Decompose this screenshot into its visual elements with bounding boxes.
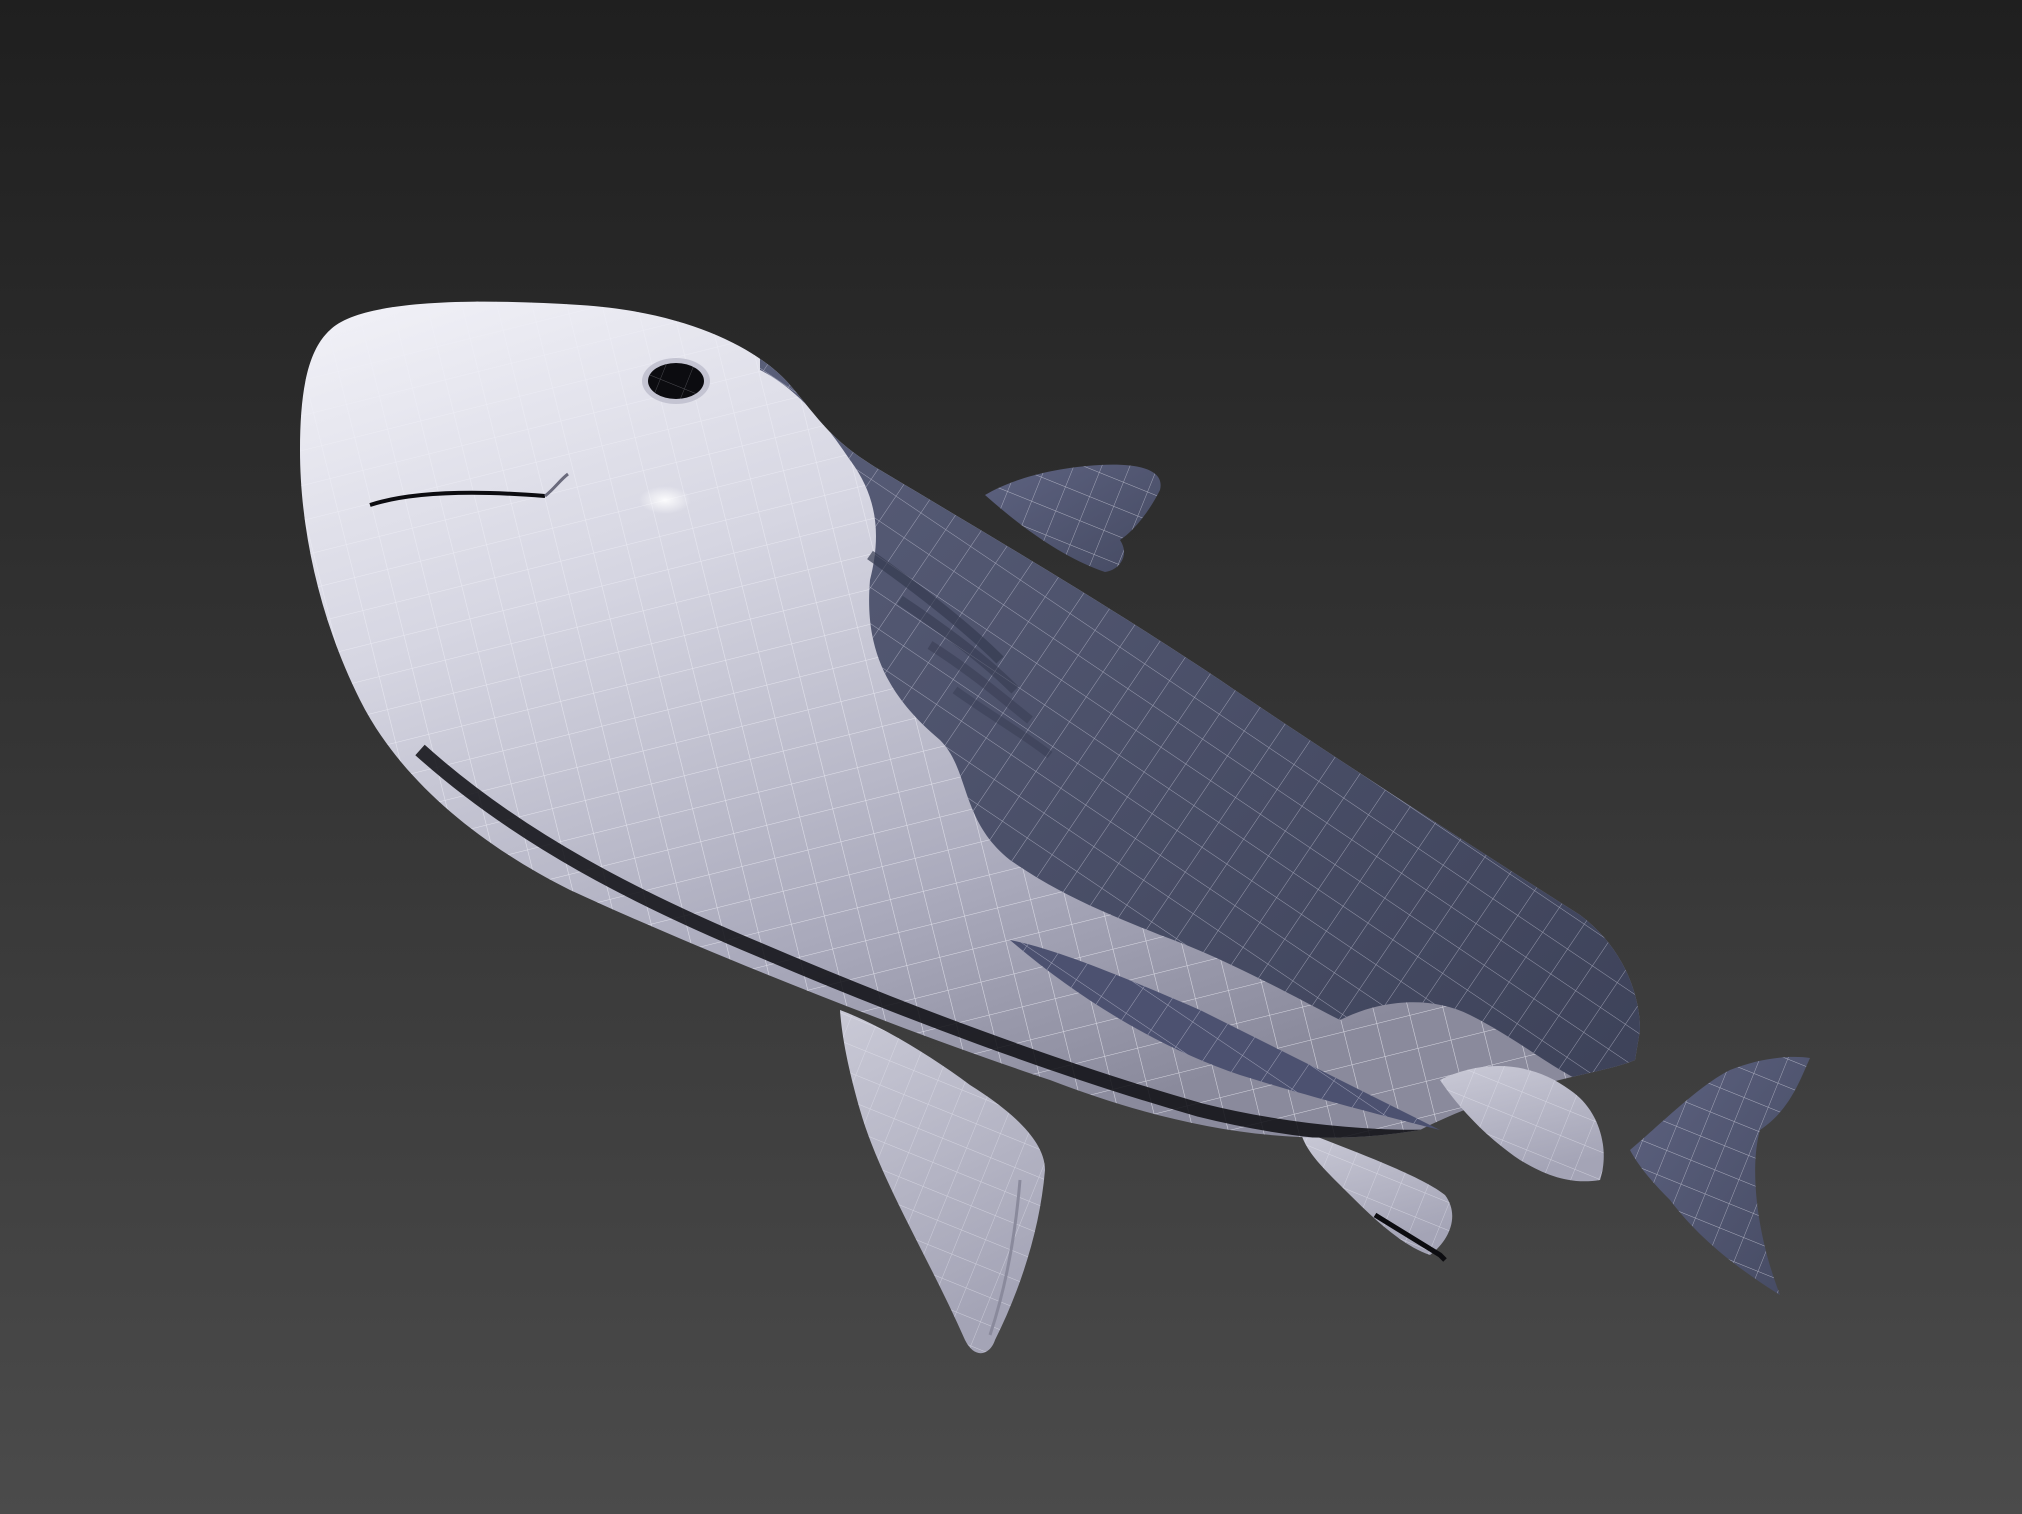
3d-viewport[interactable]: [0, 0, 2022, 1514]
viewport-canvas[interactable]: [0, 0, 2022, 1514]
specular-highlight: [639, 486, 691, 514]
eye-icon: [642, 358, 710, 404]
